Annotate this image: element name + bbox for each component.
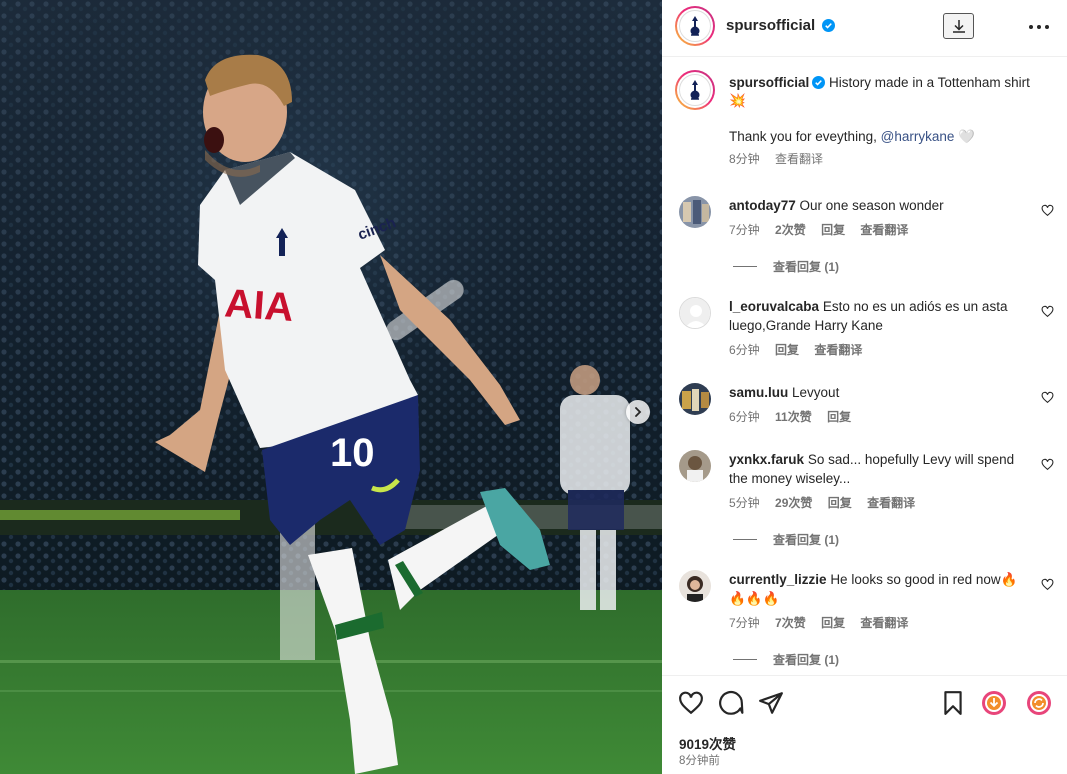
translate-button[interactable]: 查看翻译 (814, 343, 862, 357)
comment-username[interactable]: samu.luu (729, 385, 788, 400)
more-options-button[interactable] (1028, 14, 1050, 35)
comment-username[interactable]: antoday77 (729, 198, 796, 213)
post-panel: spursofficial spursofficial History made… (662, 0, 1067, 774)
translate-button[interactable]: 查看翻译 (860, 616, 908, 630)
comment-likes[interactable]: 2次赞 (775, 223, 806, 237)
caption-translate[interactable]: 查看翻译 (775, 152, 823, 166)
avatar[interactable] (679, 450, 711, 482)
caption-thanks: Thank you for eveything, (729, 129, 877, 144)
post-caption: spursofficial History made in a Tottenha… (729, 74, 1049, 168)
post-time[interactable]: 8分钟前 (679, 752, 720, 768)
reply-button[interactable]: 回复 (821, 616, 845, 630)
avatar-image (679, 450, 711, 482)
view-replies-button[interactable]: 查看回复 (1) (733, 531, 839, 548)
comment-text: Our one season wonder (799, 198, 944, 213)
view-replies-label[interactable]: 查看回复 (1) (773, 651, 839, 668)
translate-button[interactable]: 查看翻译 (860, 223, 908, 237)
more-icon (1029, 25, 1049, 29)
avatar[interactable] (679, 383, 711, 415)
share-icon[interactable] (758, 690, 784, 716)
sponsor-text: AIA (223, 281, 295, 330)
view-replies-label[interactable]: 查看回复 (1) (773, 258, 839, 275)
heart-icon[interactable] (1041, 204, 1054, 217)
reply-button[interactable]: 回复 (775, 343, 799, 357)
comment-icon[interactable] (718, 690, 744, 716)
comment-time[interactable]: 7分钟 (729, 616, 760, 630)
bookmark-icon[interactable] (940, 690, 966, 716)
heart-icon[interactable] (1041, 458, 1054, 471)
comment-text: Levyout (792, 385, 840, 400)
reply-button[interactable]: 回复 (828, 496, 852, 510)
comment-likes[interactable]: 29次赞 (775, 496, 812, 510)
post-header: spursofficial (662, 0, 1067, 57)
avatar-image (679, 570, 711, 602)
repost-extension-icon[interactable] (1026, 690, 1052, 716)
heart-icon[interactable] (1041, 391, 1054, 404)
post-photo[interactable]: AIA cinch 10 (0, 0, 662, 774)
caption-time[interactable]: 8分钟 (729, 152, 760, 166)
next-photo-button[interactable] (626, 400, 650, 424)
download-extension-icon[interactable] (981, 690, 1007, 716)
shirt-number: 10 (330, 431, 375, 475)
avatar[interactable] (679, 570, 711, 602)
caption-text: History made in a Tottenham shirt (829, 75, 1030, 90)
caption-emoji: 💥 (729, 93, 746, 108)
post-actions: 9019次赞 8分钟前 (662, 675, 1067, 774)
verified-icon (822, 19, 836, 32)
comment-time[interactable]: 7分钟 (729, 223, 760, 237)
header-username[interactable]: spursofficial (726, 17, 836, 34)
download-icon (952, 20, 965, 33)
caption-trailing-emoji: 🤍 (958, 129, 975, 144)
heart-icon[interactable] (1041, 305, 1054, 318)
heart-icon[interactable] (1041, 578, 1054, 591)
avatar[interactable] (679, 297, 711, 329)
translate-button[interactable]: 查看翻译 (867, 496, 915, 510)
view-replies-button[interactable]: 查看回复 (1) (733, 651, 839, 668)
caption-avatar[interactable] (675, 70, 715, 110)
comment-time[interactable]: 5分钟 (729, 496, 760, 510)
spurs-logo-icon (690, 16, 700, 36)
reply-button[interactable]: 回复 (827, 410, 851, 424)
verified-icon (812, 76, 826, 89)
avatar[interactable] (679, 196, 711, 228)
heart-icon[interactable] (678, 690, 704, 716)
comment-time[interactable]: 6分钟 (729, 410, 760, 424)
next-arrow-icon (635, 407, 642, 417)
caption-username[interactable]: spursofficial (729, 75, 809, 90)
celebration-image: AIA cinch 10 (0, 0, 662, 774)
comment-time[interactable]: 6分钟 (729, 343, 760, 357)
comment-username[interactable]: currently_lizzie (729, 572, 827, 587)
mention-link[interactable]: @harrykane (881, 129, 955, 144)
profile-avatar[interactable] (675, 6, 715, 46)
avatar-image (679, 383, 711, 415)
avatar-image (679, 196, 711, 228)
comment-likes[interactable]: 11次赞 (775, 410, 812, 424)
download-button[interactable] (943, 13, 974, 39)
reply-button[interactable]: 回复 (821, 223, 845, 237)
spurs-logo-icon (690, 80, 700, 100)
comment-username[interactable]: l_eoruvalcaba (729, 299, 819, 314)
view-replies-button[interactable]: 查看回复 (1) (733, 258, 839, 275)
default-avatar-icon (680, 298, 710, 328)
view-replies-label[interactable]: 查看回复 (1) (773, 531, 839, 548)
username-text[interactable]: spursofficial (726, 17, 815, 34)
like-count[interactable]: 9019次赞 (679, 733, 736, 753)
comment-username[interactable]: yxnkx.faruk (729, 452, 804, 467)
comment-likes[interactable]: 7次赞 (775, 616, 806, 630)
